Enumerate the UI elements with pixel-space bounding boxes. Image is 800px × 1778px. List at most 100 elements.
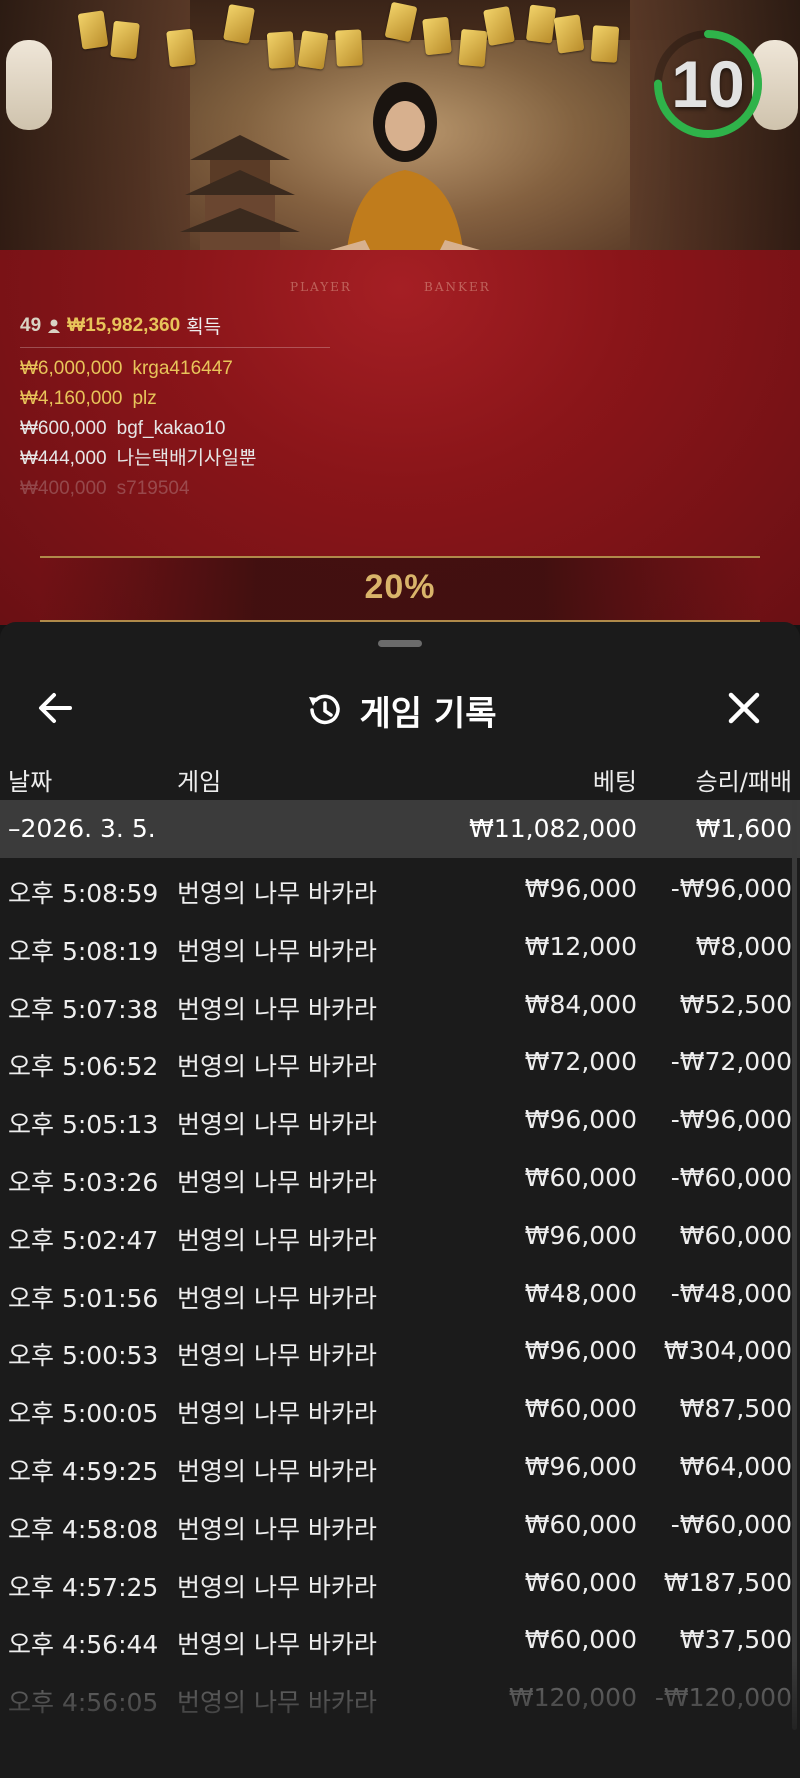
person-icon <box>48 319 61 333</box>
winners-total-label: 획득 <box>186 317 222 338</box>
winner-amount: ₩444,000 <box>20 448 107 469</box>
dealer <box>329 82 481 270</box>
live-video-stream: PLAYER BANKER 10 49 ₩15,982,360 획득 ₩6,00… <box>0 0 800 625</box>
col-bet[interactable]: 베팅 <box>593 762 637 797</box>
row-time: 오후 4:56:44 <box>8 1630 159 1660</box>
row-bet: ₩96,000 <box>524 1220 637 1250</box>
table-row[interactable]: 오후 5:00:53 번영의 나무 바카라 ₩96,000 ₩304,000 <box>0 1322 800 1380</box>
table-row[interactable]: 오후 5:05:13 번영의 나무 바카라 ₩96,000 -₩96,000 <box>0 1091 800 1149</box>
row-bet: ₩96,000 <box>524 1451 637 1481</box>
row-bet: ₩96,000 <box>524 1105 637 1135</box>
row-game: 번영의 나무 바카라 <box>177 1688 377 1718</box>
table-row[interactable]: 오후 5:00:05 번영의 나무 바카라 ₩60,000 ₩87,500 <box>0 1380 800 1438</box>
arrow-left-icon[interactable] <box>30 682 82 734</box>
winner-name: plz <box>132 388 157 409</box>
row-time: 오후 5:02:47 <box>8 1225 159 1255</box>
history-clock-icon <box>308 694 340 725</box>
page-title: 게임 기록 <box>359 693 497 734</box>
hanging-card <box>525 4 557 44</box>
table-row[interactable]: 오후 4:59:25 번영의 나무 바카라 ₩96,000 ₩64,000 <box>0 1438 800 1496</box>
hanging-card <box>422 16 452 56</box>
row-bet: ₩60,000 <box>524 1567 637 1597</box>
scrollbar[interactable] <box>792 800 797 1730</box>
hanging-card <box>590 25 620 63</box>
col-result[interactable]: 승리/패배 <box>696 762 792 797</box>
table-row[interactable]: 오후 5:02:47 번영의 나무 바카라 ₩96,000 ₩60,000 <box>0 1207 800 1265</box>
banker-area-label: BANKER <box>424 280 491 294</box>
row-game: 번영의 나무 바카라 <box>177 1167 377 1197</box>
row-time: 오후 5:07:38 <box>8 994 159 1024</box>
row-game: 번영의 나무 바카라 <box>177 1399 377 1429</box>
sheet-drag-handle[interactable] <box>378 640 422 647</box>
row-game: 번영의 나무 바카라 <box>177 1225 377 1255</box>
table-row[interactable]: 오후 5:08:59 번영의 나무 바카라 ₩96,000 -₩96,000 <box>0 860 800 918</box>
row-result: ₩37,500 <box>679 1625 792 1655</box>
winner-name: s719504 <box>116 478 190 499</box>
row-time: 오후 5:08:19 <box>8 936 159 966</box>
row-result: -₩48,000 <box>670 1278 792 1308</box>
winner-name: bgf_kakao10 <box>116 418 226 439</box>
summary-date: –2026. 3. 5. <box>8 814 156 843</box>
row-bet: ₩12,000 <box>524 931 637 961</box>
row-game: 번영의 나무 바카라 <box>177 936 377 966</box>
close-icon[interactable] <box>718 682 770 734</box>
row-result: ₩304,000 <box>663 1336 792 1366</box>
row-bet: ₩72,000 <box>524 1047 637 1077</box>
winners-total: ₩15,982,360 <box>67 314 181 336</box>
table-row[interactable]: 오후 5:08:19 번영의 나무 바카라 ₩12,000 ₩8,000 <box>0 918 800 976</box>
hanging-card <box>297 30 329 70</box>
table-row[interactable]: 오후 4:56:05 번영의 나무 바카라 ₩120,000 -₩120,000 <box>0 1669 800 1727</box>
row-result: -₩60,000 <box>670 1162 792 1192</box>
row-game: 번영의 나무 바카라 <box>177 1630 377 1660</box>
history-rows: 오후 5:08:59 번영의 나무 바카라 ₩96,000 -₩96,000 오후 5:… <box>0 860 800 1727</box>
row-bet: ₩48,000 <box>524 1278 637 1308</box>
col-date[interactable]: 날짜 <box>8 762 52 797</box>
winner-amount: ₩4,160,000 <box>20 388 123 409</box>
table-row[interactable]: 오후 5:06:52 번영의 나무 바카라 ₩72,000 -₩72,000 <box>0 1033 800 1091</box>
col-game[interactable]: 게임 <box>177 762 221 797</box>
row-result: ₩8,000 <box>695 931 792 961</box>
row-game: 번영의 나무 바카라 <box>177 1341 377 1371</box>
row-result: -₩72,000 <box>670 1047 792 1077</box>
date-group-summary-row[interactable]: –2026. 3. 5. ₩11,082,000 ₩1,600 <box>0 800 800 858</box>
row-time: 오후 5:03:26 <box>8 1167 159 1197</box>
winner-row: ₩4,160,000 plz <box>20 384 330 414</box>
table-row[interactable]: 오후 5:01:56 번영의 나무 바카라 ₩48,000 -₩48,000 <box>0 1265 800 1323</box>
table-row[interactable]: 오후 4:58:08 번영의 나무 바카라 ₩60,000 -₩60,000 <box>0 1496 800 1554</box>
winners-summary: 49 ₩15,982,360 획득 <box>20 312 330 348</box>
hanging-card <box>458 28 488 68</box>
hanging-card <box>166 28 196 68</box>
row-game: 번영의 나무 바카라 <box>177 1283 377 1313</box>
row-game: 번영의 나무 바카라 <box>177 1052 377 1082</box>
table-row[interactable]: 오후 4:57:25 번영의 나무 바카라 ₩60,000 ₩187,500 <box>0 1554 800 1612</box>
row-bet: ₩120,000 <box>508 1683 637 1713</box>
table-row[interactable]: 오후 5:03:26 번영의 나무 바카라 ₩60,000 -₩60,000 <box>0 1149 800 1207</box>
winner-name: 나는택배기사일뿐 <box>116 448 257 469</box>
player-area-label: PLAYER <box>290 280 352 294</box>
hanging-card <box>553 14 585 54</box>
table-row[interactable]: 오후 4:56:44 번영의 나무 바카라 ₩60,000 ₩37,500 <box>0 1611 800 1669</box>
row-result: -₩96,000 <box>670 874 792 903</box>
winner-name: krga416447 <box>132 358 233 379</box>
row-time: 오후 4:57:25 <box>8 1572 159 1602</box>
winner-count: 49 <box>20 314 42 336</box>
row-result: ₩187,500 <box>663 1567 792 1597</box>
row-game: 번영의 나무 바카라 <box>177 879 377 908</box>
winner-row: ₩600,000 bgf_kakao10 <box>20 414 330 444</box>
row-time: 오후 4:58:08 <box>8 1514 159 1544</box>
title-group: 게임 기록 <box>0 660 800 760</box>
summary-result: ₩1,600 <box>695 814 792 843</box>
winner-row: ₩6,000,000 krga416447 <box>20 354 330 384</box>
row-bet: ₩60,000 <box>524 1509 637 1539</box>
row-time: 오후 5:00:53 <box>8 1341 159 1371</box>
row-result: -₩120,000 <box>654 1683 792 1713</box>
countdown-timer-value: 10 <box>671 47 745 121</box>
row-bet: ₩60,000 <box>524 1394 637 1424</box>
row-result: ₩87,500 <box>679 1394 792 1424</box>
row-game: 번영의 나무 바카라 <box>177 1572 377 1602</box>
row-bet: ₩96,000 <box>524 1336 637 1366</box>
hanging-card <box>335 29 363 67</box>
table-row[interactable]: 오후 5:07:38 번영의 나무 바카라 ₩84,000 ₩52,500 <box>0 976 800 1034</box>
row-game: 번영의 나무 바카라 <box>177 1110 377 1140</box>
winner-amount: ₩600,000 <box>20 418 107 439</box>
